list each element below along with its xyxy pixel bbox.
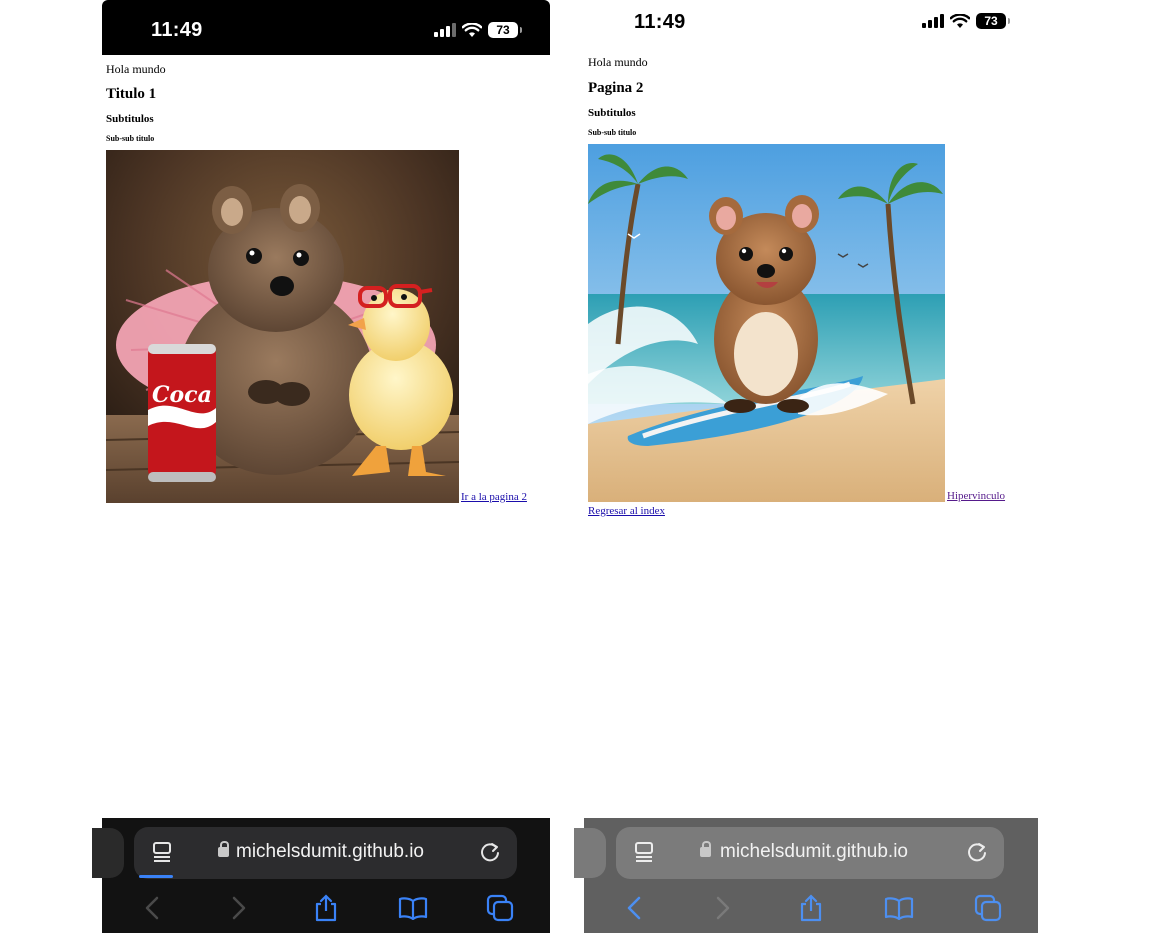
reader-mode-icon[interactable] (633, 841, 655, 865)
forward-arrow-icon[interactable] (224, 893, 254, 923)
browser-toolbar (102, 890, 550, 926)
page-content: Hola mundo Titulo 1 Subtitulos Sub-sub t… (106, 62, 527, 503)
status-time: 11:49 (634, 11, 686, 33)
bookmarks-icon[interactable] (884, 893, 914, 923)
lock-icon (218, 841, 229, 857)
reload-icon[interactable] (966, 841, 988, 863)
link-hipervinculo[interactable]: Hipervinculo (947, 491, 1005, 502)
status-time: 11:49 (151, 19, 203, 41)
phone-screenshot-right: 11:49 73 Hola mundo Pagina 2 Subtitulos … (574, 0, 1038, 940)
heading-1: Titulo 1 (106, 86, 157, 102)
heading-5: Sub-sub titulo (588, 128, 637, 137)
phone-screenshot-left: 11:49 73 Hola mundo Titulo 1 Subtitulos … (92, 0, 550, 940)
back-arrow-icon[interactable] (619, 893, 649, 923)
image-row: Hipervinculo (588, 144, 1005, 502)
page-content: Hola mundo Pagina 2 Subtitulos Sub-sub t… (588, 55, 1005, 517)
battery-icon: 73 (976, 13, 1010, 29)
address-bar[interactable]: michelsdumit.github.io (616, 827, 1004, 879)
svg-text:Coca: Coca (152, 382, 212, 408)
image-row: Coca Ir a la pagina 2 (106, 150, 527, 503)
tabs-icon[interactable] (485, 893, 515, 923)
quokka-surfing-image (588, 144, 945, 502)
safari-bottom-bar: michelsdumit.github.io (92, 818, 550, 933)
back-arrow-icon[interactable] (137, 893, 167, 923)
heading-5: Sub-sub titulo (106, 134, 155, 143)
heading-1: Pagina 2 (588, 80, 644, 96)
wifi-icon (950, 13, 970, 28)
link-back-to-index[interactable]: Regresar al index (588, 506, 1005, 517)
safari-bottom-bar: michelsdumit.github.io (574, 818, 1038, 933)
previous-tab-preview[interactable] (574, 828, 606, 878)
active-tab-indicator (139, 875, 173, 878)
address-bar[interactable]: michelsdumit.github.io (134, 827, 517, 879)
url-text[interactable]: michelsdumit.github.io (236, 841, 424, 863)
forward-arrow-icon[interactable] (708, 893, 738, 923)
link-go-to-page-2[interactable]: Ir a la pagina 2 (461, 492, 527, 503)
bookmarks-icon[interactable] (398, 893, 428, 923)
status-bar: 11:49 73 (584, 0, 1038, 55)
url-text[interactable]: michelsdumit.github.io (720, 841, 908, 863)
tabs-icon[interactable] (973, 893, 1003, 923)
status-icons: 73 (434, 22, 522, 38)
heading-3: Subtitulos (106, 113, 154, 125)
signal-icon (922, 14, 944, 28)
lock-icon (700, 841, 711, 857)
browser-toolbar (584, 890, 1038, 926)
previous-tab-preview[interactable] (92, 828, 124, 878)
share-icon[interactable] (796, 893, 826, 923)
reader-mode-icon[interactable] (151, 841, 173, 865)
status-icons: 73 (922, 13, 1010, 29)
signal-icon (434, 23, 456, 37)
battery-icon: 73 (488, 22, 522, 38)
paragraph-text: Hola mundo (588, 55, 648, 69)
status-bar: 11:49 73 (102, 0, 550, 55)
heading-3: Subtitulos (588, 107, 636, 119)
reload-icon[interactable] (479, 841, 501, 863)
share-icon[interactable] (311, 893, 341, 923)
paragraph-text: Hola mundo (106, 62, 166, 76)
wifi-icon (462, 22, 482, 37)
quokka-duck-image: Coca (106, 150, 459, 503)
